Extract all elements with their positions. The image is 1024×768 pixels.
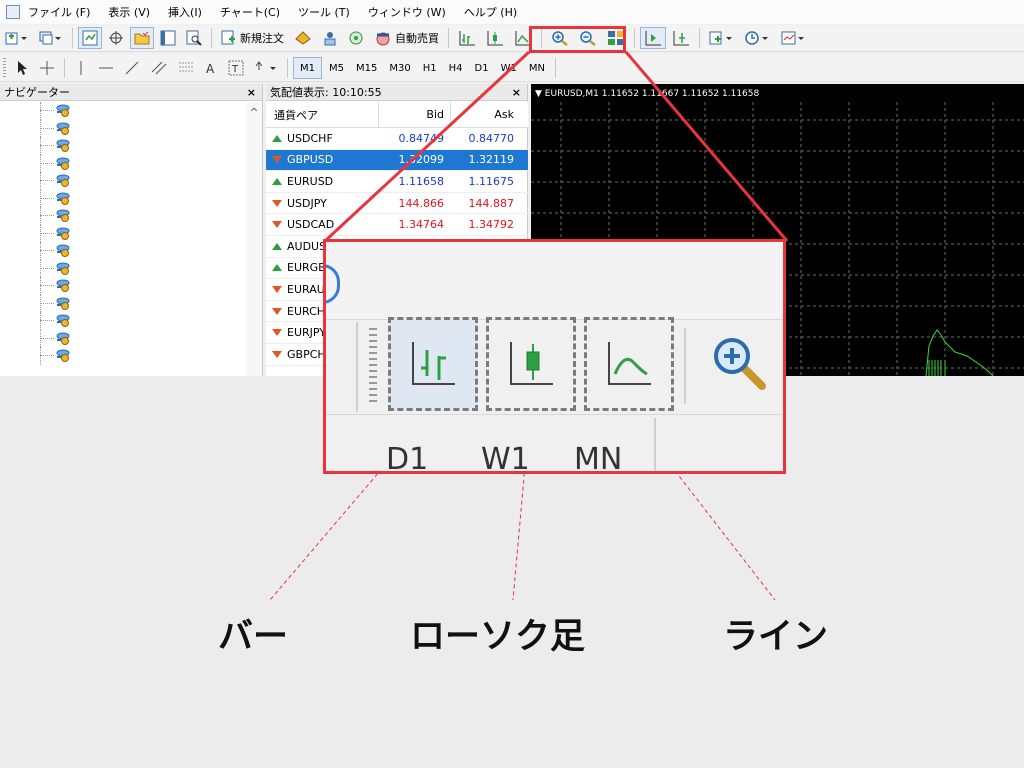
zoom-in-button-large[interactable] [710, 334, 770, 397]
zoom-toolbar-divider [326, 414, 783, 415]
zoom-separator [684, 328, 686, 404]
zoomed-toolbar-inset: D1 W1 MN [323, 239, 786, 474]
connector-left [323, 50, 531, 243]
zoom-candlestick-chart-button[interactable] [486, 317, 576, 411]
connector-right [624, 51, 789, 242]
zoom-in-icon [714, 338, 766, 390]
candlestick-chart-icon [510, 342, 553, 385]
zoom-timeframe-w1[interactable]: W1 [481, 442, 530, 471]
label-candlestick: ローソク足 [410, 617, 586, 657]
zoom-separator [356, 322, 358, 412]
line-chart-icon [608, 342, 651, 385]
zoom-timeframe-mn[interactable]: MN [574, 442, 622, 471]
zoom-bar-chart-button[interactable] [388, 317, 478, 411]
zoom-upper-toolbar [326, 242, 783, 320]
zoom-toolbar-grip [369, 328, 377, 404]
label-line: ライン [723, 617, 829, 657]
zoom-line-chart-button[interactable] [584, 317, 674, 411]
label-bar: バー [218, 617, 289, 657]
zoom-separator [654, 418, 656, 471]
zoom-timeframe-d1[interactable]: D1 [386, 442, 428, 471]
bar-chart-icon [412, 342, 455, 385]
